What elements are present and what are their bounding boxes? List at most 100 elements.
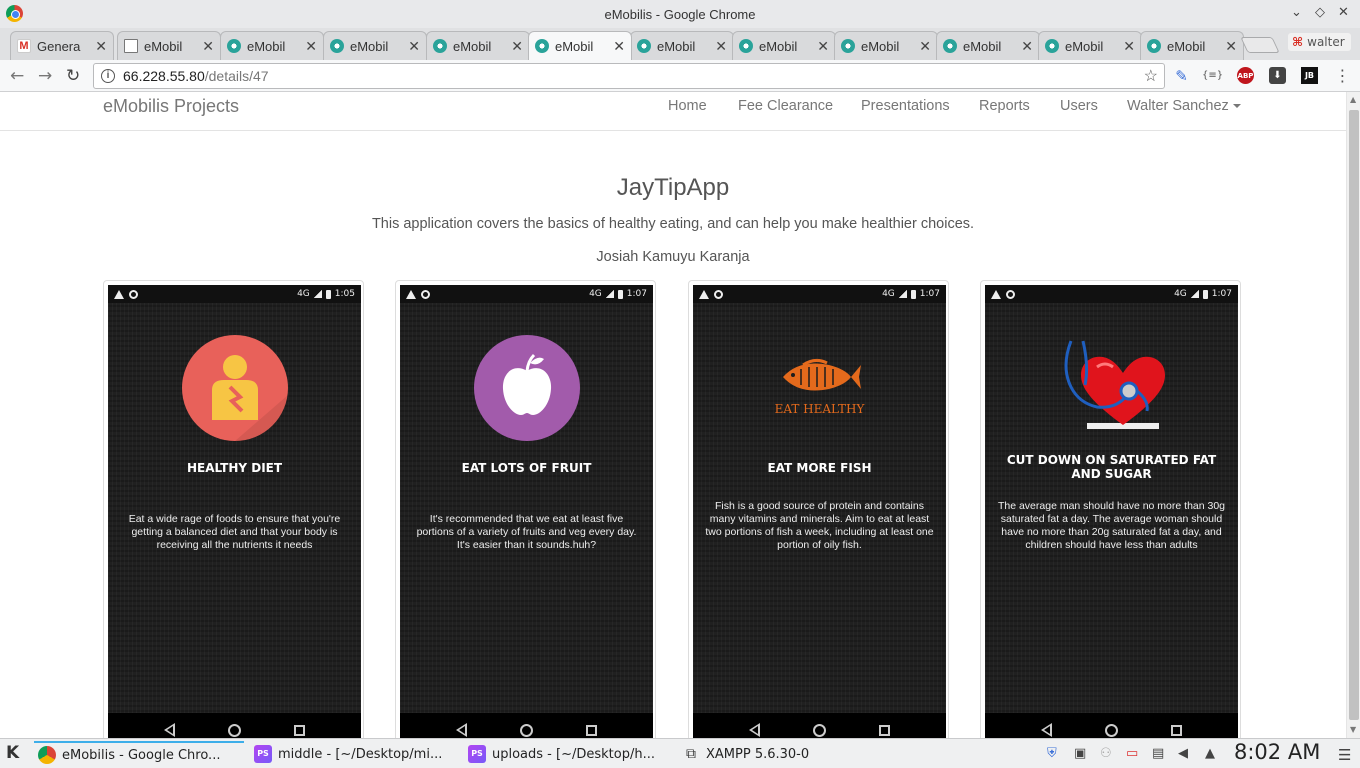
close-tab-icon[interactable]: ✕	[95, 38, 107, 55]
info-icon[interactable]: i	[101, 69, 115, 83]
nav-fee-clearance[interactable]: Fee Clearance	[738, 98, 833, 114]
new-tab-button[interactable]	[1240, 37, 1280, 53]
clipboard-icon[interactable]: ▤	[1152, 746, 1164, 761]
download-extension-icon[interactable]: ⬇	[1269, 67, 1286, 84]
scroll-up-icon[interactable]: ▲	[1350, 95, 1356, 104]
browser-tab[interactable]: eMobil ✕	[426, 31, 530, 60]
page-scrollbar[interactable]: ▲ ▼	[1346, 92, 1360, 738]
nav-presentations[interactable]: Presentations	[861, 98, 950, 114]
browser-tab[interactable]: eMobil ✕	[323, 31, 427, 60]
back-key-icon	[456, 723, 468, 737]
site-brand[interactable]: eMobilis Projects	[103, 96, 239, 117]
emobilis-favicon	[841, 39, 855, 53]
chrome-icon	[6, 5, 23, 22]
phone-screenshot: 4G 1:07 CUT DOWN ON SATURATED FAT AND SUG…	[985, 285, 1238, 738]
browser-tab[interactable]: eMobil ✕	[630, 31, 734, 60]
tab-label: eMobil	[1167, 38, 1206, 54]
window-title: eMobilis - Google Chrome	[604, 6, 756, 22]
url-path: /details/47	[204, 68, 269, 84]
browser-tab[interactable]: M Genera ✕	[10, 31, 114, 60]
close-tab-icon[interactable]: ✕	[613, 38, 625, 55]
chrome-icon	[38, 746, 56, 764]
taskbar-item-xampp[interactable]: ⧉ XAMPP 5.6.30-0	[678, 741, 888, 767]
tab-label: eMobil	[759, 38, 798, 54]
xampp-icon: ⧉	[686, 746, 696, 762]
screen-heading: CUT DOWN ON SATURATED FAT AND SUGAR	[1006, 453, 1217, 481]
android-nav-bar	[693, 713, 946, 738]
adblock-icon[interactable]: ABP	[1237, 67, 1254, 84]
users-tray-icon[interactable]: ⚇	[1100, 746, 1112, 761]
browser-tab[interactable]: eMobil ✕	[834, 31, 938, 60]
minimize-icon[interactable]: ⌄	[1291, 4, 1302, 20]
recents-key-icon	[293, 724, 305, 736]
eyedropper-icon[interactable]: ✎	[1173, 67, 1190, 85]
forward-icon[interactable]: →	[38, 66, 52, 86]
close-tab-icon[interactable]: ✕	[1123, 38, 1135, 55]
close-tab-icon[interactable]: ✕	[715, 38, 727, 55]
nav-reports[interactable]: Reports	[979, 98, 1030, 114]
home-key-icon	[1104, 723, 1118, 737]
close-tab-icon[interactable]: ✕	[1021, 38, 1033, 55]
emobilis-favicon	[433, 39, 447, 53]
emobilis-favicon	[1147, 39, 1161, 53]
address-bar[interactable]: i 66.228.55.80 /details/47 ☆	[93, 63, 1165, 89]
phone-status-bar: 4G 1:07	[985, 285, 1238, 303]
scrollbar-thumb[interactable]	[1349, 110, 1359, 720]
show-desktop-icon[interactable]: ☰	[1338, 746, 1351, 764]
jetbrains-icon[interactable]: JB	[1301, 67, 1318, 84]
browser-tab[interactable]: eMobil ✕	[528, 31, 632, 60]
recents-key-icon	[1170, 724, 1182, 736]
taskbar-item-phpstorm-middle[interactable]: PS middle - [~/Desktop/mi...	[250, 741, 460, 767]
json-extension-icon[interactable]: {≡}	[1202, 67, 1223, 84]
shield-icon[interactable]: ⛨	[1047, 746, 1057, 761]
kde-menu-icon[interactable]: K	[6, 743, 19, 763]
screen-heading: EAT MORE FISH	[767, 461, 872, 475]
back-key-icon	[749, 723, 761, 737]
close-tab-icon[interactable]: ✕	[202, 38, 214, 55]
network-label: 4G	[589, 289, 602, 299]
tab-label: eMobil	[350, 38, 389, 54]
close-tab-icon[interactable]: ✕	[817, 38, 829, 55]
nav-users[interactable]: Users	[1060, 98, 1098, 114]
battery-tray-icon[interactable]: ▭	[1126, 746, 1138, 761]
close-tab-icon[interactable]: ✕	[408, 38, 420, 55]
tray-expand-icon[interactable]: ▲	[1205, 746, 1215, 761]
close-tab-icon[interactable]: ✕	[511, 38, 523, 55]
bookmark-star-icon[interactable]: ☆	[1144, 66, 1158, 86]
user-menu[interactable]: Walter Sanchez	[1127, 98, 1241, 114]
browser-tab[interactable]: eMobil ✕	[732, 31, 836, 60]
task-label: uploads - [~/Desktop/h...	[492, 746, 655, 762]
close-tab-icon[interactable]: ✕	[919, 38, 931, 55]
taskbar-clock[interactable]: 8:02 AM	[1234, 740, 1320, 764]
close-window-icon[interactable]: ✕	[1338, 4, 1349, 20]
taskbar-item-chrome[interactable]: eMobilis - Google Chro...	[34, 741, 244, 767]
home-key-icon	[227, 723, 241, 737]
back-icon[interactable]: ←	[10, 66, 24, 86]
browser-tab[interactable]: eMobil ✕	[936, 31, 1040, 60]
back-key-icon	[164, 723, 176, 737]
network-label: 4G	[1174, 289, 1187, 299]
document-icon	[124, 39, 138, 53]
close-tab-icon[interactable]: ✕	[305, 38, 317, 55]
scroll-down-icon[interactable]: ▼	[1350, 725, 1356, 734]
reload-icon[interactable]: ↻	[66, 66, 80, 86]
browser-tab[interactable]: eMobil ✕	[220, 31, 324, 60]
screenshot-card[interactable]: 4G 1:07 EAT HEALTHY EAT MORE FISH Fish is…	[688, 280, 949, 738]
nav-home[interactable]: Home	[668, 98, 707, 114]
screenshot-card[interactable]: 4G 1:07 CUT DOWN ON SATURATED FAT AND SUG…	[980, 280, 1241, 738]
phone-screenshot: 4G 1:05 HEALTHY DIET Eat a wide rage of f…	[108, 285, 361, 738]
volume-icon[interactable]: ◀	[1178, 746, 1188, 761]
close-tab-icon[interactable]: ✕	[1225, 38, 1237, 55]
screenshot-card[interactable]: 4G 1:07 EAT LOTS OF FRUIT It's recommende…	[395, 280, 656, 738]
menu-dots-icon[interactable]: ⋮	[1334, 66, 1351, 85]
phpstorm-icon: PS	[468, 745, 486, 763]
profile-button[interactable]: ⌘ walter	[1288, 33, 1351, 51]
browser-tab[interactable]: eMobil ✕	[1038, 31, 1142, 60]
sync-icon	[714, 289, 723, 299]
browser-tab[interactable]: eMobil ✕	[1140, 31, 1244, 60]
browser-tab[interactable]: eMobil ✕	[117, 31, 221, 60]
taskbar-item-phpstorm-uploads[interactable]: PS uploads - [~/Desktop/h...	[464, 741, 674, 767]
network-tray-icon[interactable]: ▣	[1074, 746, 1086, 761]
maximize-icon[interactable]: ◇	[1315, 4, 1325, 20]
screenshot-card[interactable]: 4G 1:05 HEALTHY DIET Eat a wide rage of f…	[103, 280, 364, 738]
